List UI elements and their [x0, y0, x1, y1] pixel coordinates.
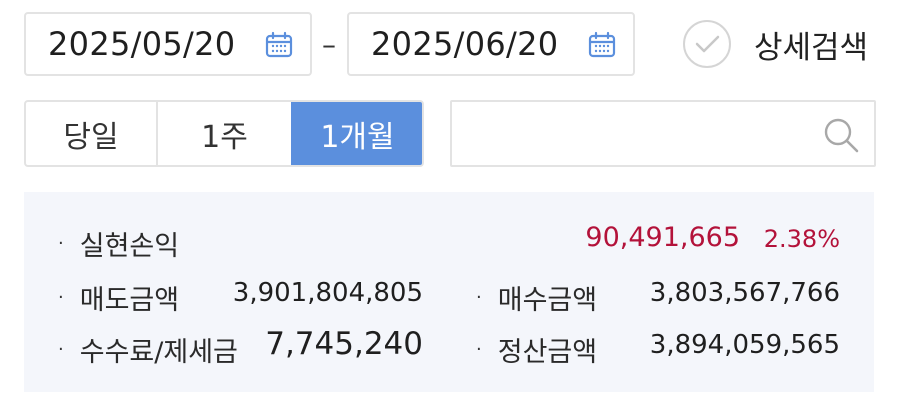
bullet: ·: [476, 287, 482, 308]
check-circle-icon: [683, 20, 731, 68]
start-date-field[interactable]: 2025/05/20: [24, 12, 312, 76]
settlement-amount-value: 3,894,059,565: [649, 330, 840, 360]
calendar-icon[interactable]: [587, 30, 617, 60]
start-date-value: 2025/05/20: [48, 25, 236, 63]
date-range-separator: –: [322, 28, 336, 61]
buy-amount-label: · 매수금액: [476, 285, 598, 316]
bullet: ·: [58, 287, 64, 308]
bullet: ·: [58, 339, 64, 360]
tab-one-month[interactable]: 1개월: [291, 102, 422, 165]
trade-summary-panel: · 실현손익 90,491,665 2.38% · 매도금액 3,901,804…: [24, 192, 874, 392]
fee-tax-label: · 수수료/제세금: [58, 337, 238, 368]
sell-amount-label: · 매도금액: [58, 285, 180, 316]
sell-amount-value: 3,901,804,805: [232, 278, 423, 308]
realized-pl-rate: 2.38%: [763, 225, 840, 253]
settlement-amount-label: · 정산금액: [476, 337, 598, 368]
detail-search-label: 상세검색: [754, 29, 869, 66]
search-box: [450, 100, 876, 167]
search-icon[interactable]: [822, 116, 860, 154]
bullet: ·: [58, 233, 64, 254]
search-input[interactable]: [466, 112, 806, 156]
end-date-value: 2025/06/20: [371, 25, 559, 63]
calendar-icon[interactable]: [264, 30, 294, 60]
detail-search-toggle[interactable]: 상세검색: [682, 18, 868, 70]
fee-tax-value: 7,745,240: [265, 326, 423, 362]
tab-one-week[interactable]: 1주: [156, 102, 291, 165]
tab-today[interactable]: 당일: [26, 102, 156, 165]
realized-pl-label: · 실현손익: [58, 231, 180, 262]
realized-pl-value: 90,491,665: [585, 222, 740, 253]
end-date-field[interactable]: 2025/06/20: [347, 12, 635, 76]
buy-amount-value: 3,803,567,766: [649, 278, 840, 308]
bullet: ·: [476, 339, 482, 360]
period-tabs: 당일 1주 1개월: [24, 100, 424, 167]
